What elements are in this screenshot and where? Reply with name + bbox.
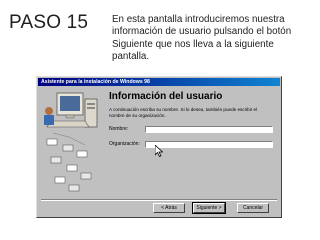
- back-button[interactable]: < Atrás: [153, 203, 185, 213]
- dialog-instructions: A continuación escriba su nombre. Si lo …: [109, 107, 258, 118]
- mouse-cursor-icon: [155, 145, 163, 157]
- slide-description: En esta pantalla introduciremos nuestra …: [112, 14, 292, 62]
- name-label: Nombre:: [109, 126, 129, 132]
- dialog-heading: Información del usuario: [109, 91, 223, 102]
- name-field[interactable]: [145, 126, 273, 133]
- dialog-titlebar[interactable]: Asistente para la instalación de Windows…: [38, 78, 280, 86]
- organization-field[interactable]: [145, 141, 273, 148]
- next-button[interactable]: Siguiente >: [192, 202, 226, 214]
- slide-title: PASO 15: [9, 12, 89, 33]
- dialog-separator: [41, 199, 277, 201]
- computer-setup-illustration: [44, 92, 98, 192]
- cancel-button[interactable]: Cancelar: [237, 203, 269, 213]
- organization-label: Organización:: [109, 141, 140, 147]
